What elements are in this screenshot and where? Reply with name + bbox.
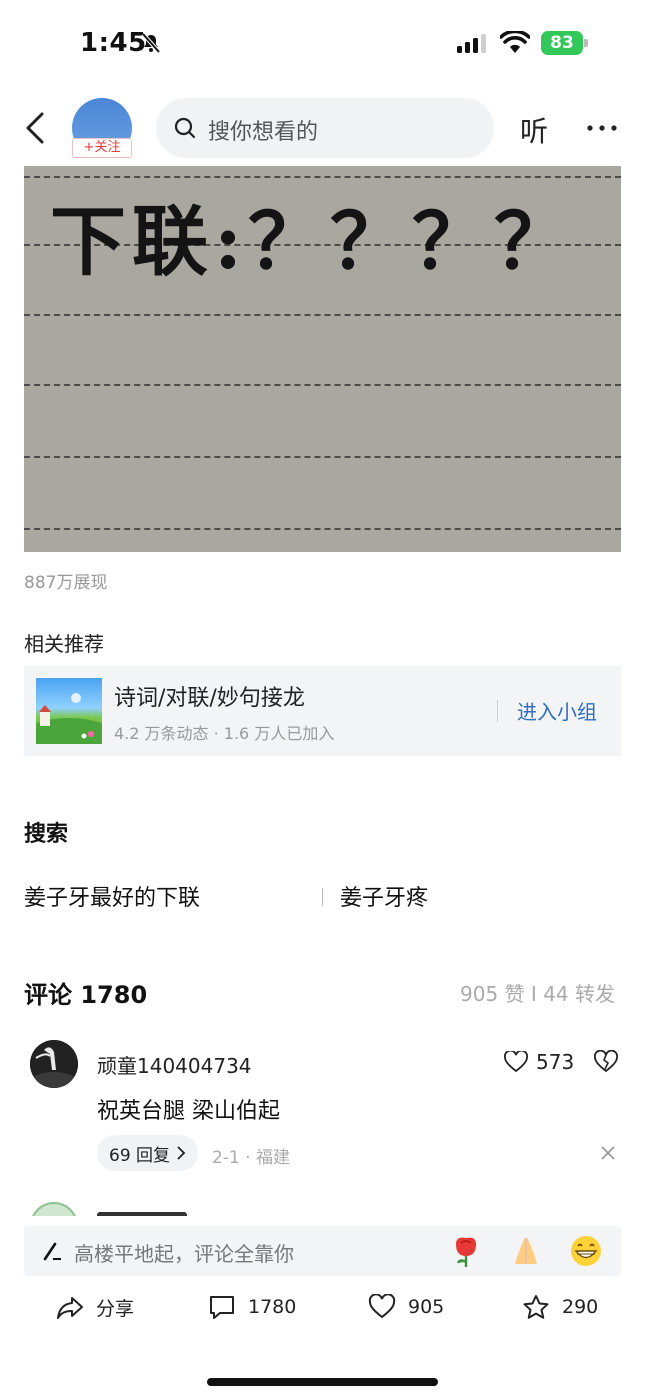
- follow-button[interactable]: +关注: [72, 138, 132, 158]
- comment-count: 1780: [248, 1296, 297, 1318]
- commenter-avatar[interactable]: [30, 1040, 78, 1088]
- related-title: 相关推荐: [24, 632, 104, 656]
- more-options-icon[interactable]: [586, 114, 618, 142]
- comment-icon: [210, 1296, 234, 1319]
- search-suggestion[interactable]: 姜子牙最好的下联: [24, 880, 200, 912]
- commenter-name[interactable]: 顽童140404734: [97, 1050, 252, 1079]
- next-comment-peek: [30, 1202, 620, 1216]
- status-time: 1:45: [80, 28, 147, 58]
- replies-label: 69 回复: [109, 1145, 171, 1166]
- search-suggestion[interactable]: 姜子牙疼: [340, 880, 428, 912]
- star-icon: [523, 1295, 549, 1319]
- post-image[interactable]: 下联:？？？？: [24, 166, 621, 552]
- author-avatar[interactable]: +关注: [72, 98, 132, 158]
- share-label: 分享: [96, 1298, 135, 1320]
- view-count: 887万展现: [24, 573, 108, 593]
- share-icon: [57, 1296, 83, 1319]
- share-button[interactable]: 分享: [56, 1294, 134, 1321]
- group-thumbnail: [36, 678, 102, 744]
- group-name: 诗词/对联/妙句接龙: [114, 686, 305, 711]
- divider: [322, 888, 323, 906]
- listen-button[interactable]: 听: [520, 110, 548, 150]
- grin-emoji-icon[interactable]: [569, 1234, 603, 1268]
- battery-level: 83: [541, 31, 583, 55]
- post-stats: 905 赞 Ι 44 转发: [460, 982, 615, 1006]
- like-count: 905: [408, 1296, 445, 1318]
- group-card[interactable]: 诗词/对联/妙句接龙 4.2 万条动态 · 1.6 万人已加入 进入小组: [24, 666, 621, 756]
- comment-like-count: 573: [536, 1050, 575, 1074]
- home-indicator[interactable]: [207, 1378, 438, 1386]
- image-caption-text: 下联:？？？？: [50, 197, 577, 286]
- like-button[interactable]: 905: [368, 1294, 444, 1320]
- wifi-icon: [500, 31, 530, 53]
- top-nav: +关注 搜你想看的 听: [0, 96, 645, 160]
- rose-emoji-icon[interactable]: [449, 1234, 483, 1268]
- comment-text: 祝英台腿 梁山伯起: [97, 1099, 280, 1124]
- search-icon: [174, 117, 196, 139]
- comment-placeholder: 高楼平地起，评论全靠你: [74, 1242, 294, 1266]
- back-arrow-icon[interactable]: [22, 110, 50, 146]
- group-meta: 4.2 万条动态 · 1.6 万人已加入: [114, 724, 335, 743]
- bell-muted-icon: [141, 32, 161, 54]
- search-input[interactable]: 搜你想看的: [156, 98, 494, 158]
- divider: [497, 700, 498, 722]
- heart-icon: [504, 1051, 528, 1073]
- cellular-signal-icon: [457, 34, 486, 53]
- pray-emoji-icon[interactable]: [509, 1234, 543, 1268]
- comments-title: 评论 1780: [24, 981, 148, 1009]
- comment-input[interactable]: 高楼平地起，评论全靠你: [24, 1226, 621, 1276]
- join-group-button[interactable]: 进入小组: [517, 696, 597, 725]
- favorite-count: 290: [562, 1296, 599, 1318]
- status-bar: 1:45 83: [0, 0, 645, 88]
- battery-indicator: 83: [541, 31, 589, 55]
- comment-button[interactable]: 1780: [208, 1294, 296, 1320]
- chevron-right-icon: [177, 1146, 186, 1160]
- search-placeholder: 搜你想看的: [208, 120, 319, 145]
- pen-icon: [43, 1242, 61, 1261]
- favorite-button[interactable]: 290: [522, 1294, 598, 1320]
- close-icon[interactable]: [600, 1145, 616, 1161]
- broken-heart-icon[interactable]: [594, 1050, 618, 1074]
- comment-meta: 2-1 · 福建: [212, 1148, 290, 1168]
- comment-like-button[interactable]: 573: [504, 1050, 574, 1074]
- view-replies-button[interactable]: 69 回复: [97, 1135, 199, 1171]
- search-section-title: 搜索: [24, 822, 69, 847]
- heart-icon: [368, 1294, 396, 1319]
